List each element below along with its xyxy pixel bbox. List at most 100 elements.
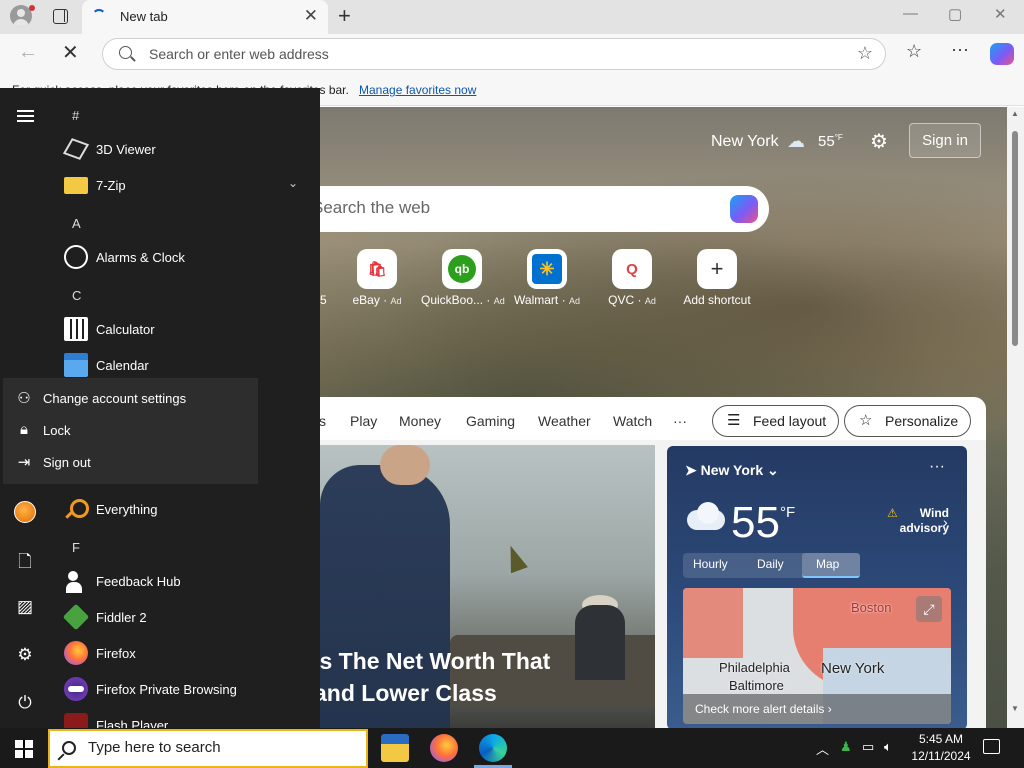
scroll-down-icon[interactable]: ▼ [1011, 704, 1019, 713]
new-tab-button[interactable]: + [338, 3, 351, 29]
sign-in-button[interactable]: Sign in [909, 123, 981, 158]
more-icon[interactable]: ··· [951, 39, 969, 60]
tab-close-button[interactable]: ✕ [304, 6, 318, 26]
weather-card[interactable]: ➤ New York ⌄ ··· 55 °F ⚠ Wind advisory › … [667, 446, 967, 728]
news-headline[interactable]: 's The Net Worth That and Lower Class [320, 645, 550, 709]
show-hidden-icons[interactable]: ︿ [816, 739, 829, 758]
stop-icon[interactable]: ✕ [62, 40, 79, 65]
hamburger-menu-icon[interactable] [17, 110, 34, 122]
settings-icon[interactable]: ⚙ [14, 645, 36, 667]
feed-tab-weather[interactable]: Weather [538, 413, 591, 429]
edge-icon[interactable] [479, 734, 507, 762]
user-avatar-icon[interactable] [14, 501, 36, 523]
app-calculator[interactable]: Calculator [64, 312, 314, 346]
feed-tab-partial[interactable]: s [319, 413, 326, 429]
shortcut-ebay[interactable]: 🛍 eBay · Ad [336, 249, 418, 307]
add-shortcut-button[interactable]: + Add shortcut [676, 249, 758, 307]
taskbar-search-input[interactable] [88, 739, 358, 756]
tab-new-tab[interactable]: New tab ✕ [82, 0, 328, 34]
shortcut-walmart[interactable]: ✳ Walmart · Ad [506, 249, 588, 307]
group-letter[interactable]: A [72, 216, 81, 231]
app-firefox[interactable]: Firefox [64, 636, 314, 670]
tab-hourly[interactable]: Hourly [693, 557, 728, 571]
file-explorer-icon[interactable] [381, 734, 409, 762]
alarm-clock-icon [64, 245, 88, 269]
lock-button[interactable]: 🔒︎ Lock [3, 414, 258, 446]
change-account-settings[interactable]: ⚇ Change account settings [3, 382, 258, 414]
app-flash-player[interactable]: Flash Player [64, 708, 314, 728]
weather-location[interactable]: ➤ New York ⌄ [685, 462, 779, 479]
app-3d-viewer[interactable]: 3D Viewer [62, 132, 314, 166]
feed-tab-watch[interactable]: Watch [613, 413, 652, 429]
scrollbar-thumb[interactable] [1012, 131, 1018, 346]
restore-button[interactable]: ▢ [948, 5, 962, 23]
web-search-box[interactable] [250, 186, 769, 232]
header-temp[interactable]: 55°F [818, 133, 843, 150]
map-label-new-york: New York [821, 660, 885, 677]
group-letter[interactable]: F [72, 540, 80, 555]
app-feedback-hub[interactable]: Feedback Hub [64, 564, 314, 598]
scroll-up-icon[interactable]: ▲ [1011, 109, 1019, 118]
close-window-button[interactable]: ✕ [994, 5, 1007, 23]
documents-icon[interactable]: 🗋 [14, 549, 36, 571]
page-scrollbar[interactable]: ▲ ▼ [1007, 107, 1024, 728]
feed-tab-play[interactable]: Play [350, 413, 377, 429]
expand-icon[interactable]: ⤢ [916, 596, 942, 622]
weather-map[interactable]: Boston Philadelphia New York Baltimore ⤢… [683, 588, 951, 724]
alert-details-link[interactable]: Check more alert details › [683, 694, 951, 724]
notifications-icon[interactable] [983, 739, 1000, 754]
chevron-down-icon[interactable]: ⌄ [288, 176, 298, 190]
app-firefox-private[interactable]: Firefox Private Browsing [64, 672, 314, 706]
feed-tab-money[interactable]: Money [399, 413, 441, 429]
windows-start-icon[interactable] [15, 740, 33, 758]
clock[interactable]: 5:45 AM 12/11/2024 [906, 731, 976, 765]
qvc-icon: Q [612, 249, 652, 289]
app-fiddler[interactable]: Fiddler 2 [62, 600, 314, 634]
firefox-icon[interactable] [430, 734, 458, 762]
pictures-icon[interactable]: ▨ [14, 597, 36, 619]
wind-advisory-alert[interactable]: Wind advisory [889, 506, 949, 536]
minimize-button[interactable]: — [903, 5, 918, 22]
tab-title: New tab [120, 9, 168, 24]
page-settings-icon[interactable]: ⚙ [870, 129, 888, 154]
power-icon[interactable]: ⏻ [14, 693, 36, 715]
tab-actions-icon[interactable] [53, 9, 68, 24]
personalize-button[interactable]: ☆ Personalize [844, 405, 972, 437]
copilot-search-icon[interactable] [730, 195, 758, 223]
news-card[interactable]: 's The Net Worth That and Lower Class [320, 445, 655, 728]
feed-more-icon[interactable]: ··· [673, 413, 687, 429]
private-mask-icon [64, 677, 88, 701]
app-alarms-clock[interactable]: Alarms & Clock [64, 240, 314, 274]
sign-out-button[interactable]: ⇥ Sign out [3, 446, 258, 478]
web-search-input[interactable] [312, 198, 712, 218]
tab-map[interactable]: Map [816, 557, 839, 571]
feed-layout-button[interactable]: ☰ Feed layout [712, 405, 840, 437]
chevron-right-icon[interactable]: › [943, 514, 948, 530]
taskbar-search[interactable] [48, 729, 368, 768]
shortcut-quickbooks[interactable]: qb QuickBoo... · Ad [421, 249, 505, 307]
feed-tab-gaming[interactable]: Gaming [466, 413, 515, 429]
app-calendar[interactable]: Calendar [64, 348, 314, 382]
group-letter[interactable]: # [72, 108, 79, 123]
sparkle-star-icon: ☆ [859, 412, 873, 429]
folder-icon [64, 177, 88, 194]
header-location[interactable]: New York [711, 133, 779, 151]
favorites-icon[interactable]: ☆ [906, 41, 922, 62]
back-icon[interactable]: ← [18, 41, 38, 64]
weather-more-icon[interactable]: ··· [929, 458, 945, 476]
network-icon[interactable]: ▭ [862, 739, 874, 755]
manage-favorites-link[interactable]: Manage favorites now [359, 83, 476, 97]
tab-daily[interactable]: Daily [757, 557, 784, 571]
group-letter[interactable]: C [72, 288, 81, 303]
copilot-icon[interactable] [990, 43, 1014, 65]
shortcut-qvc[interactable]: Q QVC · Ad [591, 249, 673, 307]
app-everything[interactable]: Everything [64, 492, 314, 526]
start-menu: # 3D Viewer 7-Zip ⌄ A Alarms & Clock C Ca… [0, 88, 320, 728]
app-7zip[interactable]: 7-Zip ⌄ [64, 168, 314, 202]
address-input[interactable] [149, 43, 829, 65]
calculator-icon [64, 317, 88, 341]
volume-icon[interactable]: 🔈︎ [884, 739, 892, 755]
address-bar[interactable]: ☆ [102, 38, 886, 70]
user-tray-icon[interactable]: ♟ [840, 739, 852, 755]
favorites-star-icon[interactable]: ☆ [857, 43, 873, 64]
